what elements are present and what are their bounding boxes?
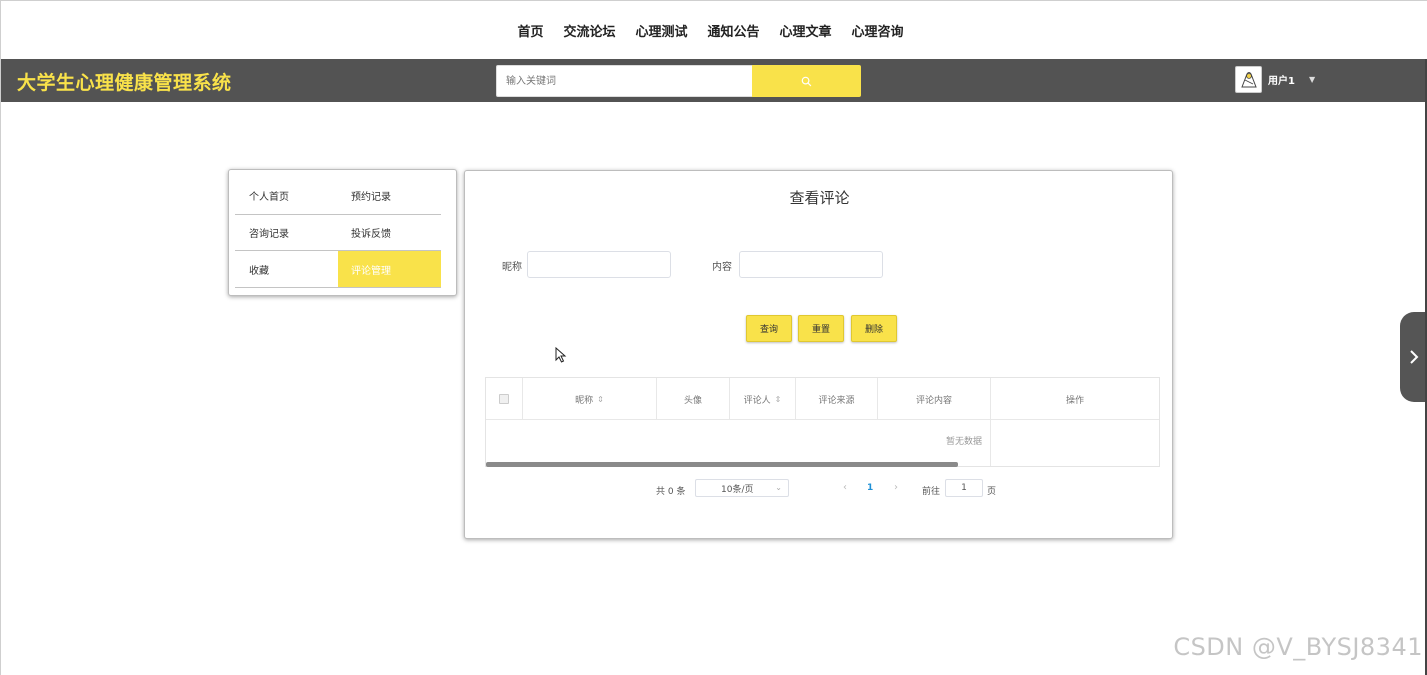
query-button[interactable]: 查询 [746,315,792,342]
page-suffix: 页 [987,487,997,497]
comments-panel: 查看评论 昵称 内容 查询 重置 删除 昵称 ⇕ 头像 评论人 ⇕ 评论来源 评论内… [464,170,1173,539]
col-avatar-label: 头像 [683,395,702,406]
delete-button[interactable]: 删除 [851,315,897,342]
comments-table: 昵称 ⇕ 头像 评论人 ⇕ 评论来源 评论内容 操作 暂无数据 [485,377,1160,467]
col-commenter-label: 评论人 [743,395,771,406]
col-avatar: 头像 [657,378,730,420]
select-all-cell [486,378,523,420]
col-source-label: 评论来源 [818,395,855,406]
nav-notices[interactable]: 通知公告 [708,21,760,40]
nav-forum[interactable]: 交流论坛 [563,21,615,40]
avatar [1235,65,1262,93]
search-button[interactable] [752,65,861,97]
goto-label: 前往 [922,487,941,497]
search-input[interactable] [496,65,752,97]
reset-button[interactable]: 重置 [798,315,844,342]
column-divider [990,420,991,466]
horizontal-scrollbar[interactable] [486,462,958,467]
nav-consult[interactable]: 心理咨询 [852,21,904,40]
col-actions: 操作 [991,378,1159,420]
col-source: 评论来源 [796,378,878,420]
nickname-label: 昵称 [502,262,522,273]
avatar-image-icon [1240,72,1257,88]
page-title: 查看评论 [789,189,850,207]
drawer-toggle[interactable] [1400,312,1427,402]
menu-item-favorites[interactable]: 收藏 [236,251,339,287]
content-label: 内容 [712,262,732,273]
table-header: 昵称 ⇕ 头像 评论人 ⇕ 评论来源 评论内容 操作 [486,378,1159,420]
user-menu[interactable]: 用户1 ▼ [1235,65,1315,93]
prev-page-icon[interactable]: ‹ [843,482,847,493]
side-menu: 个人首页 预约记录 咨询记录 投诉反馈 收藏 评论管理 [228,169,457,296]
select-all-checkbox[interactable] [499,394,509,404]
search-icon [801,76,812,86]
nickname-input[interactable] [527,251,671,278]
next-page-icon[interactable]: › [894,482,898,493]
menu-item-complaints[interactable]: 投诉反馈 [338,214,441,250]
col-content-label: 评论内容 [915,395,952,406]
sort-icon: ⇕ [774,394,782,404]
header-bar: 大学生心理健康管理系统 用户1 ▼ [1,59,1427,102]
goto-page-input[interactable] [945,479,983,497]
content-input[interactable] [739,251,883,278]
chevron-down-icon: ⌄ [775,483,782,492]
page-number[interactable]: 1 [867,483,873,493]
pagination: 共 0 条 10条/页 ⌄ ‹ 1 › 前往 页 [465,479,1174,499]
col-actions-label: 操作 [1065,395,1084,406]
menu-item-comments[interactable]: 评论管理 [338,251,441,287]
menu-item-consult-records[interactable]: 咨询记录 [236,214,339,250]
nav-articles[interactable]: 心理文章 [780,21,832,40]
col-nickname[interactable]: 昵称 ⇕ [523,378,657,420]
col-commenter[interactable]: 评论人 ⇕ [730,378,796,420]
page-size-value: 10条/页 [721,484,754,495]
chevron-down-icon: ▼ [1308,74,1316,84]
empty-state: 暂无数据 [946,437,983,447]
user-name: 用户1 [1268,75,1295,87]
site-title: 大学生心理健康管理系统 [17,72,232,94]
total-count: 共 0 条 [656,487,686,497]
col-content: 评论内容 [878,378,991,420]
chevron-right-icon [1410,350,1419,364]
mouse-cursor-icon [555,347,567,363]
nav-psych-test[interactable]: 心理测试 [635,21,687,40]
col-nickname-label: 昵称 [575,395,594,406]
menu-divider [235,287,441,288]
watermark: CSDN @V_BYSJ8341 [1173,633,1423,661]
nav-home[interactable]: 首页 [517,21,543,40]
page-size-select[interactable]: 10条/页 ⌄ [695,479,789,497]
menu-item-appointments[interactable]: 预约记录 [338,177,441,213]
menu-item-profile[interactable]: 个人首页 [236,177,339,213]
top-nav: 首页 交流论坛 心理测试 通知公告 心理文章 心理咨询 [1,1,1427,59]
sort-icon: ⇕ [597,394,604,404]
